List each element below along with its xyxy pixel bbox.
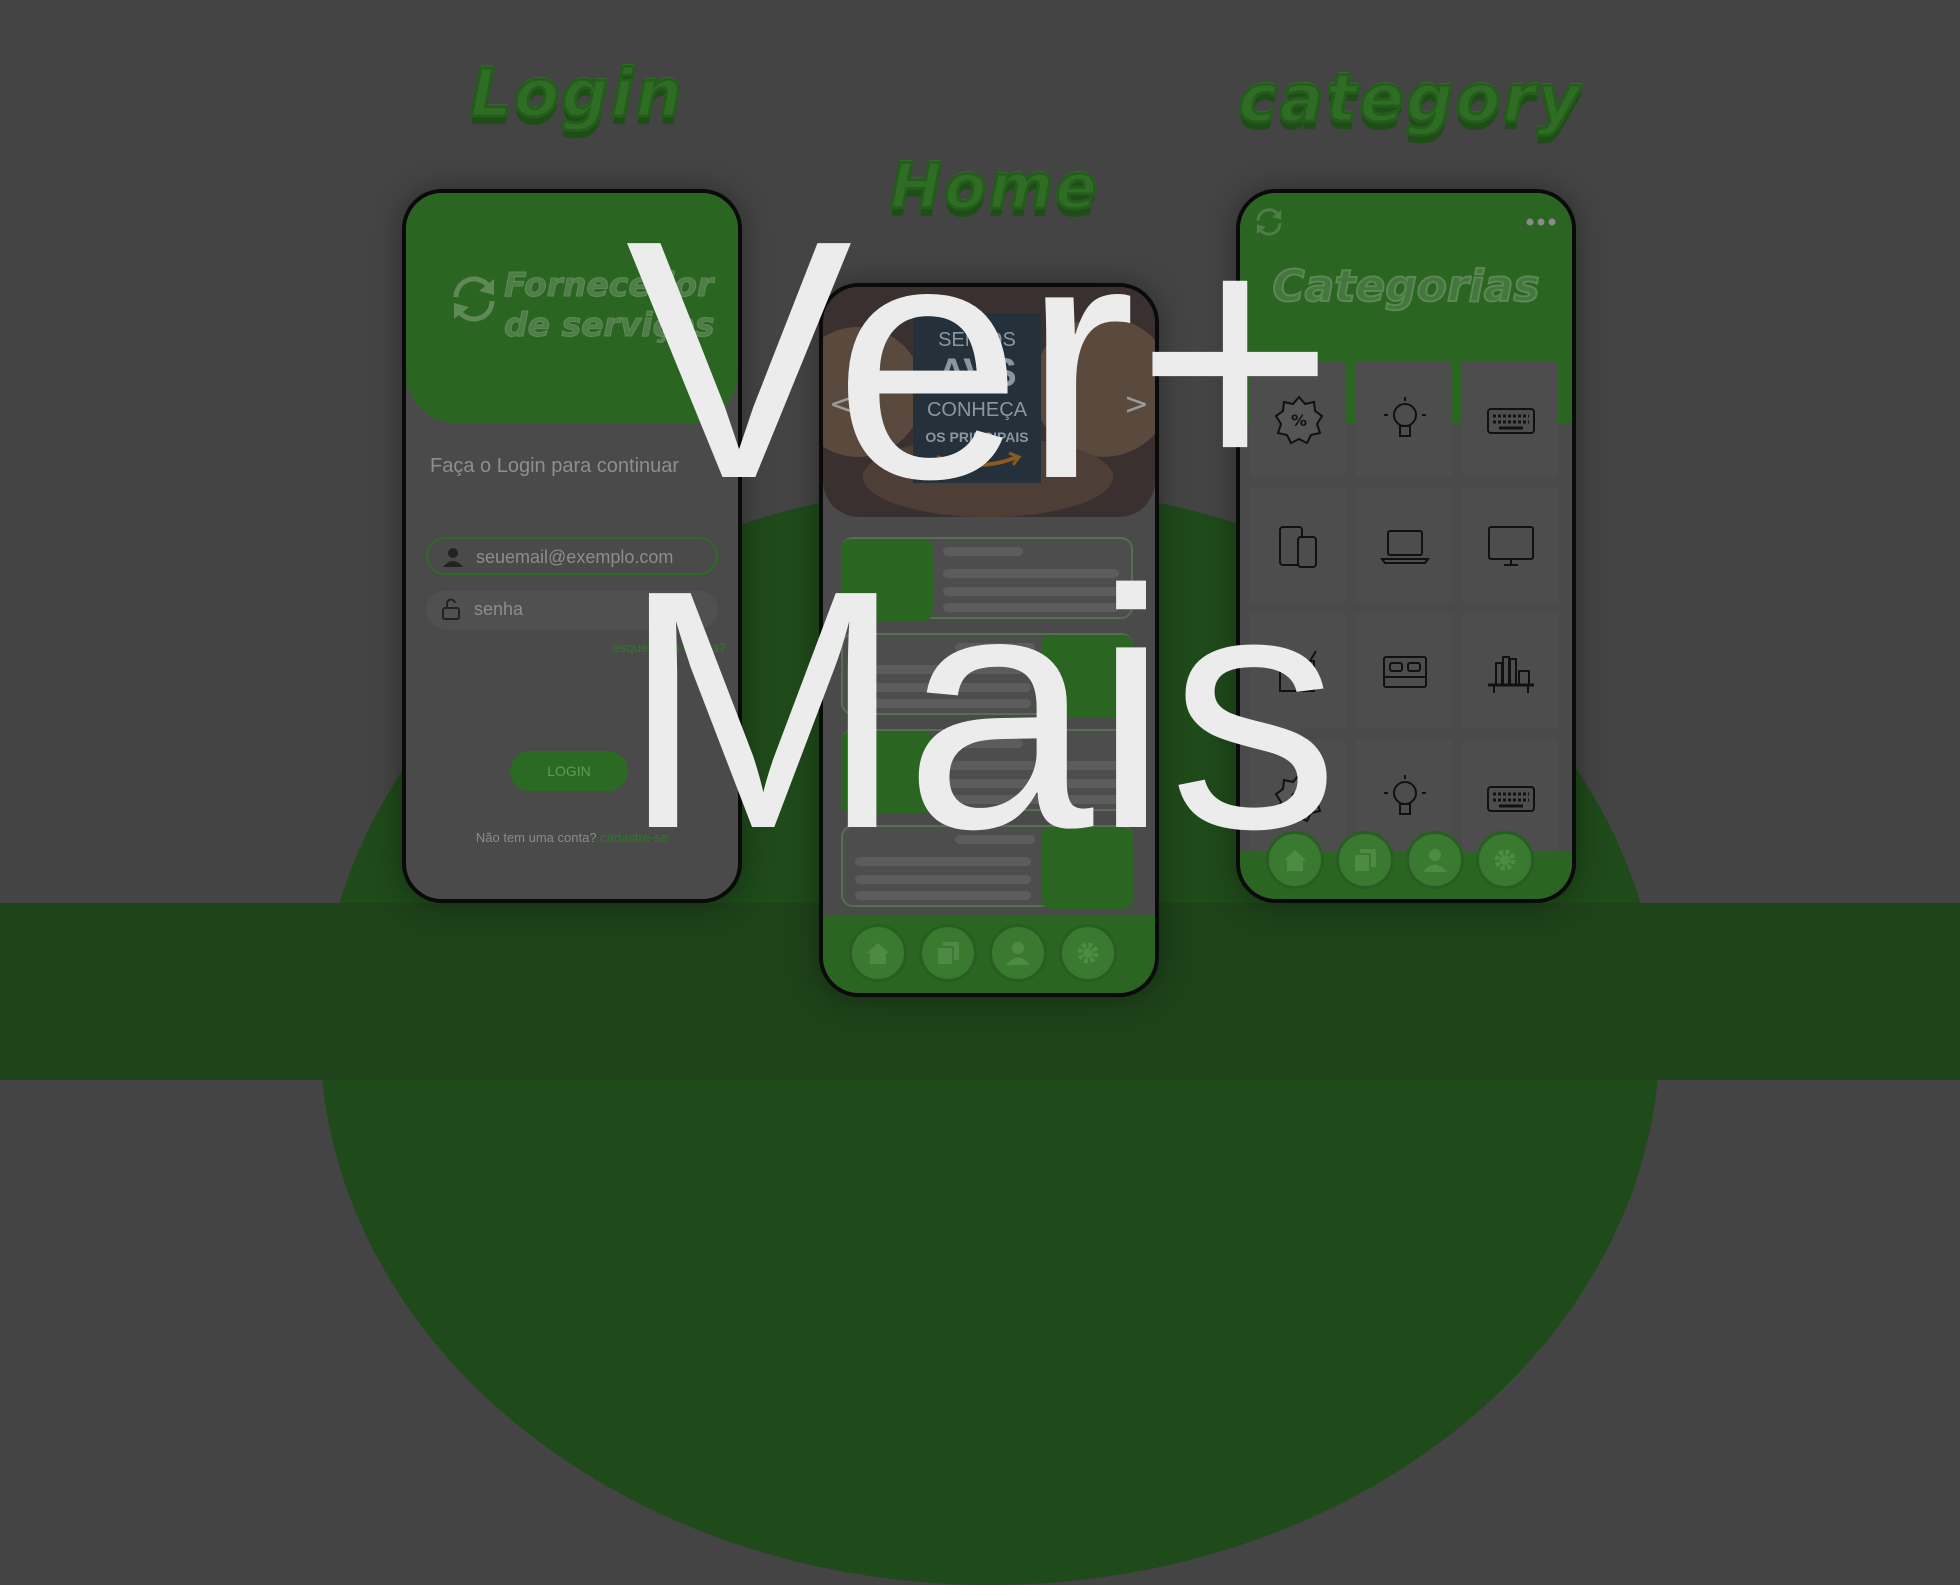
category-screen-title: category: [1236, 59, 1583, 139]
home-bottom-nav: [823, 915, 1155, 993]
nav-home-button[interactable]: [849, 924, 907, 982]
pages-icon: [936, 942, 959, 966]
user-icon: [1006, 942, 1030, 965]
nav-settings-button[interactable]: [1059, 924, 1117, 982]
nav-pages-button[interactable]: [919, 924, 977, 982]
gear-icon: [1077, 942, 1099, 964]
home-icon: [867, 943, 889, 964]
nav-profile-button[interactable]: [989, 924, 1047, 982]
login-screen-title: Login: [468, 54, 685, 134]
overlay-line-1[interactable]: Ver+: [0, 190, 1960, 530]
overlay-line-2[interactable]: Mais: [0, 540, 1960, 880]
